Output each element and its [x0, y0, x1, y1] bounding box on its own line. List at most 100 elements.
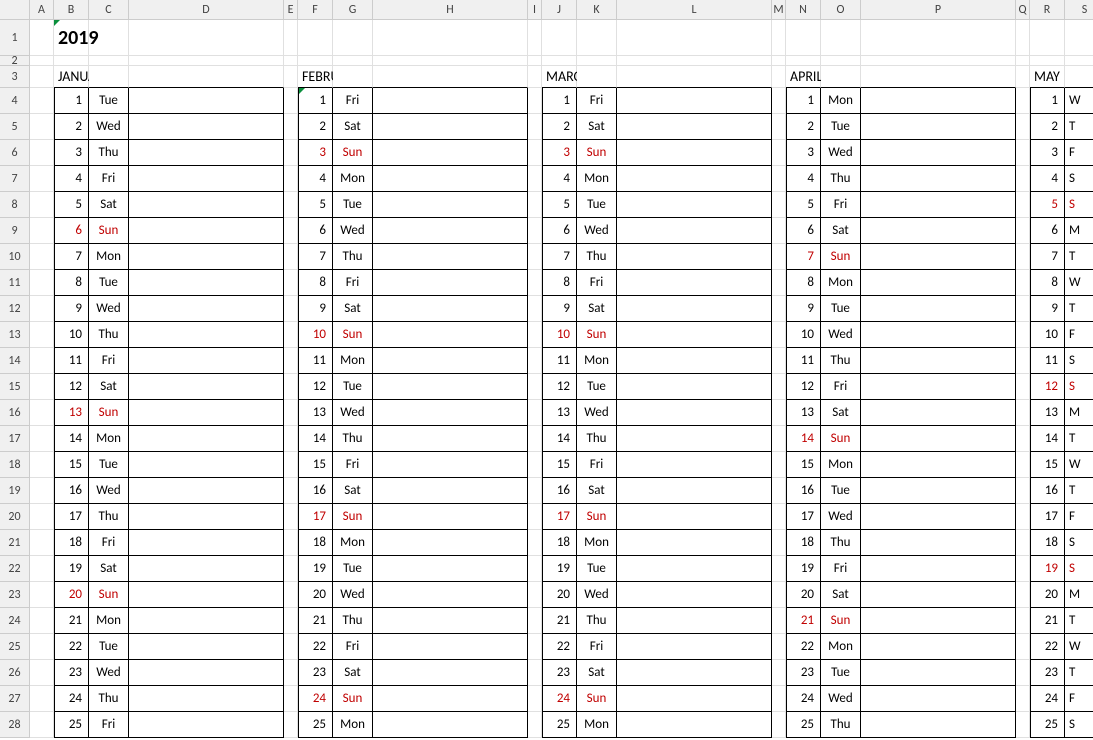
cell-C3[interactable] — [89, 66, 129, 88]
day-number[interactable]: 15 — [54, 452, 89, 478]
day-notes[interactable] — [617, 374, 772, 400]
day-notes[interactable] — [861, 660, 1016, 686]
cell-O1[interactable] — [821, 20, 861, 56]
cell-I11[interactable] — [528, 270, 542, 296]
day-name[interactable]: T — [1065, 608, 1093, 634]
cell-A3[interactable] — [30, 66, 54, 88]
cell-I20[interactable] — [528, 504, 542, 530]
column-header-I[interactable]: I — [528, 0, 542, 20]
day-number[interactable]: 21 — [542, 608, 577, 634]
day-notes[interactable] — [617, 556, 772, 582]
cell-P3[interactable] — [861, 66, 1016, 88]
day-number[interactable]: 22 — [542, 634, 577, 660]
day-name[interactable]: Tue — [821, 660, 861, 686]
day-name[interactable]: Sun — [577, 686, 617, 712]
day-notes[interactable] — [129, 504, 284, 530]
cell-E21[interactable] — [284, 530, 298, 556]
day-name[interactable]: Sat — [821, 218, 861, 244]
day-number[interactable]: 18 — [54, 530, 89, 556]
cell-J1[interactable] — [542, 20, 577, 56]
cell-Q26[interactable] — [1016, 660, 1030, 686]
day-name[interactable]: Thu — [333, 426, 373, 452]
day-number[interactable]: 11 — [786, 348, 821, 374]
cell-D3[interactable] — [129, 66, 284, 88]
row-header-1[interactable]: 1 — [0, 20, 30, 56]
cell-M6[interactable] — [772, 140, 786, 166]
cell-M18[interactable] — [772, 452, 786, 478]
column-header-G[interactable]: G — [333, 0, 373, 20]
day-number[interactable]: 21 — [1030, 608, 1065, 634]
day-name[interactable]: Sat — [577, 660, 617, 686]
cell-I10[interactable] — [528, 244, 542, 270]
cell-M27[interactable] — [772, 686, 786, 712]
cell-I8[interactable] — [528, 192, 542, 218]
day-number[interactable]: 2 — [1030, 114, 1065, 140]
day-name[interactable]: S — [1065, 374, 1093, 400]
cell-A14[interactable] — [30, 348, 54, 374]
day-number[interactable]: 17 — [786, 504, 821, 530]
row-header-6[interactable]: 6 — [0, 140, 30, 166]
cell-M1[interactable] — [772, 20, 786, 56]
day-number[interactable]: 3 — [298, 140, 333, 166]
day-notes[interactable] — [129, 660, 284, 686]
day-number[interactable]: 24 — [1030, 686, 1065, 712]
day-name[interactable]: Fri — [333, 452, 373, 478]
day-number[interactable]: 21 — [298, 608, 333, 634]
day-name[interactable]: Wed — [577, 400, 617, 426]
month-header-january[interactable]: JANUARY — [54, 66, 89, 88]
day-name[interactable]: T — [1065, 296, 1093, 322]
day-notes[interactable] — [617, 270, 772, 296]
day-notes[interactable] — [617, 140, 772, 166]
day-number[interactable]: 23 — [542, 660, 577, 686]
day-name[interactable]: Fri — [577, 88, 617, 114]
day-number[interactable]: 10 — [298, 322, 333, 348]
day-notes[interactable] — [373, 400, 528, 426]
day-number[interactable]: 2 — [54, 114, 89, 140]
cell-K2[interactable] — [577, 56, 617, 66]
column-header-Q[interactable]: Q — [1016, 0, 1030, 20]
day-name[interactable]: Thu — [333, 608, 373, 634]
day-name[interactable]: Tue — [577, 556, 617, 582]
day-name[interactable]: W — [1065, 88, 1093, 114]
day-name[interactable]: Mon — [577, 530, 617, 556]
cell-M25[interactable] — [772, 634, 786, 660]
day-notes[interactable] — [373, 712, 528, 738]
day-name[interactable]: T — [1065, 114, 1093, 140]
cell-N2[interactable] — [786, 56, 821, 66]
cell-G1[interactable] — [333, 20, 373, 56]
day-notes[interactable] — [617, 634, 772, 660]
day-notes[interactable] — [861, 712, 1016, 738]
cell-A5[interactable] — [30, 114, 54, 140]
day-number[interactable]: 4 — [542, 166, 577, 192]
day-notes[interactable] — [617, 322, 772, 348]
day-notes[interactable] — [129, 634, 284, 660]
day-notes[interactable] — [373, 270, 528, 296]
cell-E17[interactable] — [284, 426, 298, 452]
day-name[interactable]: Fri — [89, 712, 129, 738]
column-header-R[interactable]: R — [1030, 0, 1065, 20]
day-name[interactable]: T — [1065, 244, 1093, 270]
cell-M8[interactable] — [772, 192, 786, 218]
day-name[interactable]: Wed — [333, 400, 373, 426]
day-name[interactable]: S — [1065, 192, 1093, 218]
day-notes[interactable] — [617, 504, 772, 530]
cell-Q4[interactable] — [1016, 88, 1030, 114]
cell-M10[interactable] — [772, 244, 786, 270]
month-header-february[interactable]: FEBRUARY — [298, 66, 333, 88]
day-name[interactable]: Thu — [89, 140, 129, 166]
day-notes[interactable] — [129, 140, 284, 166]
day-notes[interactable] — [373, 634, 528, 660]
day-name[interactable]: Tue — [821, 114, 861, 140]
row-header-2[interactable]: 2 — [0, 56, 30, 66]
day-name[interactable]: Sun — [821, 244, 861, 270]
day-name[interactable]: Tue — [89, 452, 129, 478]
row-header-24[interactable]: 24 — [0, 608, 30, 634]
cell-Q23[interactable] — [1016, 582, 1030, 608]
day-name[interactable]: F — [1065, 140, 1093, 166]
day-notes[interactable] — [129, 114, 284, 140]
column-header-B[interactable]: B — [54, 0, 89, 20]
day-name[interactable]: Wed — [821, 140, 861, 166]
day-notes[interactable] — [373, 608, 528, 634]
day-number[interactable]: 18 — [786, 530, 821, 556]
cell-M9[interactable] — [772, 218, 786, 244]
